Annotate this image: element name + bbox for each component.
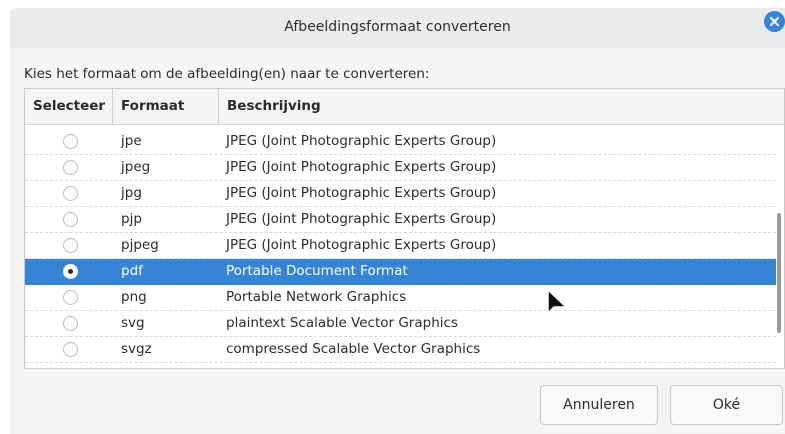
format-cell: jpeg [121, 159, 151, 175]
dialog-titlebar: Afbeeldingsformaat converteren [10, 8, 785, 48]
description-cell: Portable Document Format [226, 263, 408, 279]
format-cell: jpg [121, 185, 142, 201]
format-cell: svg [121, 315, 145, 331]
table-row[interactable]: pjp JPEG (Joint Photographic Experts Grou… [25, 207, 776, 233]
select-radio[interactable] [63, 186, 78, 201]
table-row[interactable]: jpg JPEG (Joint Photographic Experts Grou… [25, 181, 776, 207]
close-button[interactable] [764, 11, 785, 32]
vertical-scrollbar[interactable] [776, 125, 784, 368]
select-radio[interactable] [63, 160, 78, 175]
description-cell: JPEG (Joint Photographic Experts Group) [226, 211, 497, 227]
format-cell: svgz [121, 341, 152, 357]
table-row[interactable]: png Portable Network Graphics [25, 285, 776, 311]
select-radio[interactable] [63, 290, 78, 305]
description-cell: Portable Network Graphics [226, 289, 407, 305]
table-row[interactable]: jpeg JPEG (Joint Photographic Experts Gro… [25, 155, 776, 181]
mouse-pointer-icon [547, 289, 567, 314]
select-radio[interactable] [63, 134, 78, 149]
select-radio[interactable] [63, 238, 78, 253]
close-icon [769, 16, 780, 27]
format-cell: pjp [121, 211, 142, 227]
select-radio[interactable] [63, 316, 78, 331]
select-radio[interactable] [63, 264, 78, 279]
description-cell: JPEG (Joint Photographic Experts Group) [226, 133, 497, 149]
format-cell: pdf [121, 263, 143, 279]
format-cell: png [121, 289, 147, 305]
table-header: Selecteer Formaat Beschrijving [25, 89, 784, 125]
description-cell: JPEG (Joint Photographic Experts Group) [226, 237, 497, 253]
table-row[interactable]: svgz compressed Scalable Vector Graphics [25, 337, 776, 363]
description-cell: JPEG (Joint Photographic Experts Group) [226, 159, 497, 175]
description-cell: compressed Scalable Vector Graphics [226, 341, 481, 357]
format-table: Selecteer Formaat Beschrijving jpe JPEG (… [24, 88, 785, 369]
scrollbar-thumb[interactable] [777, 213, 781, 333]
format-cell: jpe [121, 133, 142, 149]
dialog-prompt: Kies het formaat om de afbeelding(en) na… [24, 66, 430, 82]
table-row[interactable]: pdf Portable Document Format [25, 259, 776, 285]
description-cell: JPEG (Joint Photographic Experts Group) [226, 185, 497, 201]
dialog-title: Afbeeldingsformaat converteren [284, 19, 511, 35]
format-cell: pjpeg [121, 237, 159, 253]
select-radio[interactable] [63, 342, 78, 357]
column-header-select[interactable]: Selecteer [25, 89, 113, 124]
column-header-format[interactable]: Formaat [113, 89, 219, 124]
column-header-description[interactable]: Beschrijving [219, 89, 779, 124]
table-row[interactable]: svg plaintext Scalable Vector Graphics [25, 311, 776, 337]
table-row[interactable]: pjpeg JPEG (Joint Photographic Experts Gr… [25, 233, 776, 259]
cancel-button[interactable]: Annuleren [540, 385, 658, 425]
description-cell: plaintext Scalable Vector Graphics [226, 315, 458, 331]
ok-button[interactable]: Oké [670, 385, 783, 425]
table-row[interactable]: jpe JPEG (Joint Photographic Experts Grou… [25, 129, 776, 155]
select-radio[interactable] [63, 212, 78, 227]
